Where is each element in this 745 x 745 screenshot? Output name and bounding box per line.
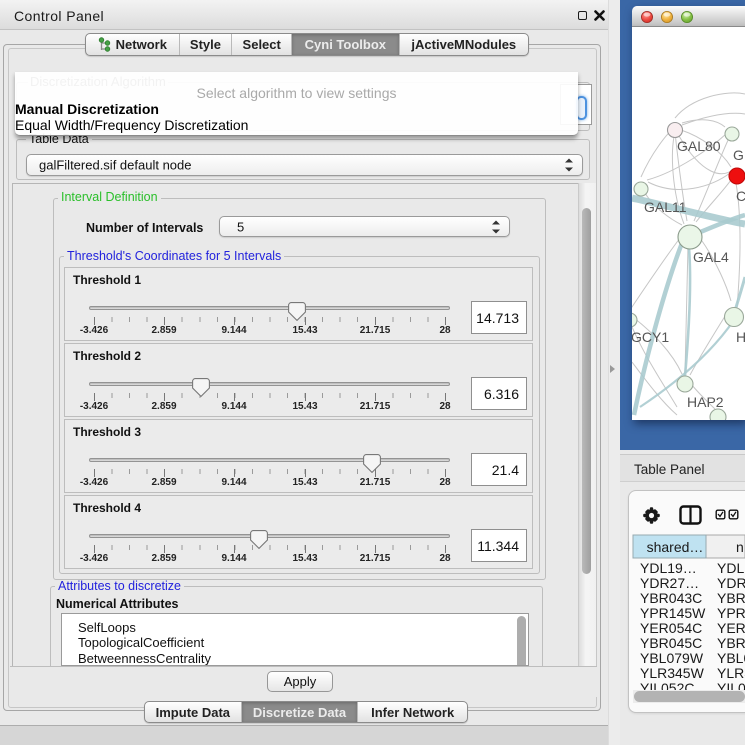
svg-text:GAL11: GAL11 <box>644 199 687 215</box>
svg-text:HAP2: HAP2 <box>687 394 724 410</box>
svg-text:YDL1: YDL1 <box>717 560 745 576</box>
svg-text:YER0: YER0 <box>717 620 745 636</box>
svg-text:YBR0: YBR0 <box>717 590 745 606</box>
svg-text:GCY1: GCY1 <box>632 329 669 345</box>
svg-text:G: G <box>733 147 744 163</box>
svg-text:shared…: shared… <box>647 539 704 555</box>
svg-text:GAL80: GAL80 <box>677 138 721 154</box>
svg-text:YBL079W: YBL079W <box>640 650 704 666</box>
svg-text:YBL0: YBL0 <box>717 650 745 666</box>
svg-text:C: C <box>736 188 745 204</box>
svg-text:YDR27…: YDR27… <box>640 575 699 591</box>
svg-text:YBR0: YBR0 <box>717 635 745 651</box>
svg-text:H: H <box>736 329 745 345</box>
svg-text:YDR2: YDR2 <box>717 575 745 591</box>
svg-text:YLR3: YLR3 <box>717 665 745 681</box>
svg-text:GAL4: GAL4 <box>693 249 729 265</box>
svg-text:YBR043C: YBR043C <box>640 590 702 606</box>
svg-text:YBR045C: YBR045C <box>640 635 702 651</box>
svg-text:YLR345W: YLR345W <box>640 665 705 681</box>
svg-text:YDL19…: YDL19… <box>640 560 697 576</box>
svg-text:YER054C: YER054C <box>640 620 702 636</box>
svg-text:YPR145W: YPR145W <box>640 605 706 621</box>
svg-text:n: n <box>736 539 744 555</box>
svg-text:YPR1: YPR1 <box>717 605 745 621</box>
